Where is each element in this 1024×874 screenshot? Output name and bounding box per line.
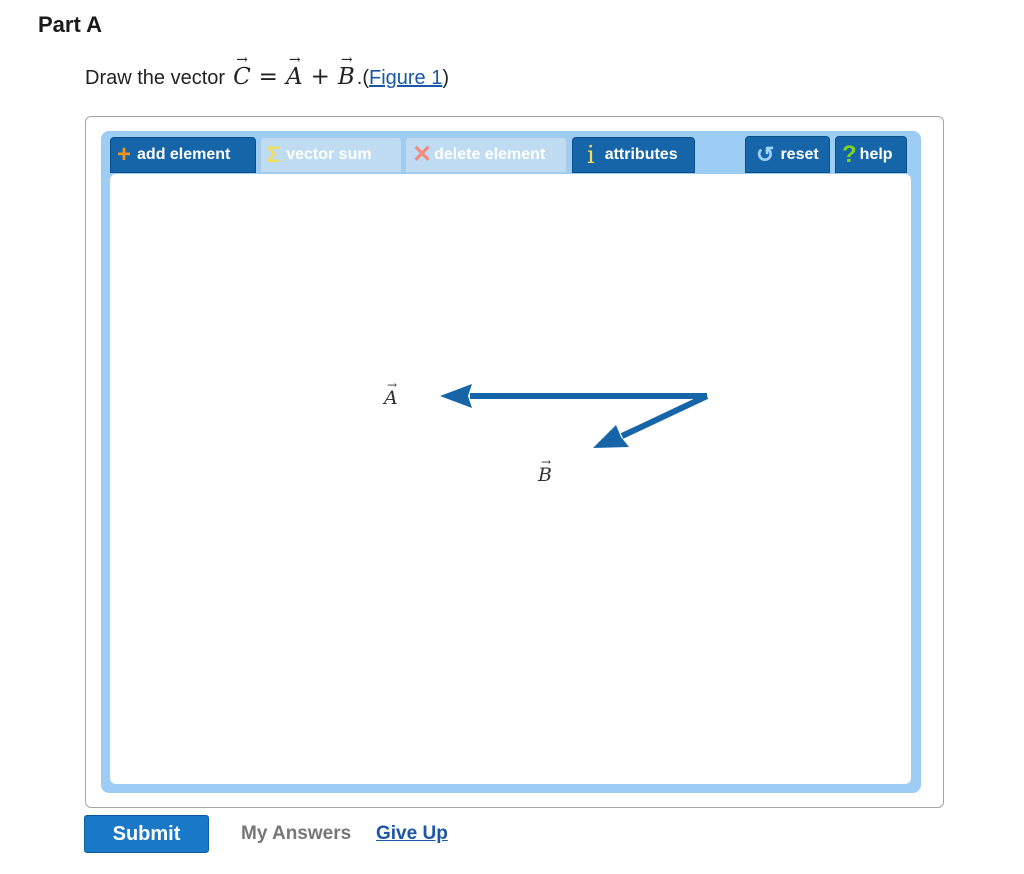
give-up-link[interactable]: Give Up: [376, 823, 448, 845]
vector-a-label: → A: [384, 378, 398, 409]
vector-b-arrow[interactable]: [593, 393, 709, 448]
submit-button[interactable]: Submit: [84, 815, 209, 853]
vector-arrow-icon: →: [387, 378, 398, 392]
vector-drawing-layer: [440, 384, 709, 448]
vector-arrow-icon: →: [541, 455, 552, 469]
vector-b-label: → B: [538, 455, 552, 486]
my-answers-link[interactable]: My Answers: [241, 823, 351, 845]
vector-a-arrow[interactable]: [440, 384, 707, 408]
